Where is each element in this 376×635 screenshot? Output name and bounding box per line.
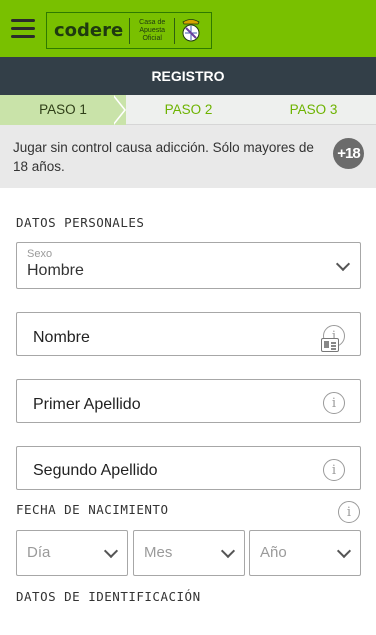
info-icon[interactable]: i (338, 501, 360, 523)
section-title-personal: DATOS PERSONALES (16, 215, 145, 230)
sexo-floating-label: Sexo (27, 248, 53, 260)
step-2: PASO 2 (164, 102, 213, 117)
birth-month-select[interactable]: Mes (133, 530, 245, 576)
age-warning: Jugar sin control causa adicción. Sólo m… (0, 125, 376, 188)
sexo-select[interactable]: Sexo Hombre (16, 242, 361, 289)
year-placeholder: Año (260, 544, 287, 561)
chevron-down-icon (336, 543, 352, 559)
chevron-down-icon (335, 256, 351, 272)
hamburger-menu-icon[interactable] (11, 19, 35, 39)
birth-day-select[interactable]: Día (16, 530, 128, 576)
step-1: PASO 1 (0, 95, 126, 125)
chevron-down-icon (220, 543, 236, 559)
month-placeholder: Mes (144, 544, 173, 561)
section-title-birthdate: FECHA DE NACIMIENTO (16, 502, 169, 517)
step-3: PASO 3 (289, 102, 338, 117)
section-title-identification: DATOS DE IDENTIFICACIÓN (16, 589, 201, 604)
info-icon[interactable]: i (323, 459, 345, 481)
step-progress: PASO 1 PASO 2 PASO 3 (0, 95, 376, 125)
birth-year-select[interactable]: Año (249, 530, 361, 576)
primer-apellido-label: Primer Apellido (33, 396, 141, 413)
crest-icon (182, 18, 200, 41)
id-card-icon[interactable] (321, 338, 339, 352)
plus-18-icon: +18 (333, 138, 364, 169)
segundo-apellido-field[interactable]: Segundo Apellido i (16, 446, 361, 490)
sexo-value: Hombre (27, 262, 84, 279)
info-icon[interactable]: i (323, 392, 345, 414)
logo-tagline: Casa de Apuesta Oficial (139, 18, 166, 42)
primer-apellido-field[interactable]: Primer Apellido i (16, 379, 361, 423)
warning-text: Jugar sin control causa adicción. Sólo m… (13, 140, 314, 174)
top-header: codere Casa de Apuesta Oficial (0, 0, 376, 57)
logo-wordmark: codere (54, 20, 124, 41)
nombre-label: Nombre (33, 329, 90, 346)
nombre-field[interactable]: Nombre i (16, 312, 361, 356)
chevron-down-icon (103, 543, 119, 559)
page-title: REGISTRO (0, 57, 376, 95)
codere-logo[interactable]: codere Casa de Apuesta Oficial (46, 12, 212, 49)
segundo-apellido-label: Segundo Apellido (33, 462, 158, 479)
day-placeholder: Día (27, 544, 51, 561)
